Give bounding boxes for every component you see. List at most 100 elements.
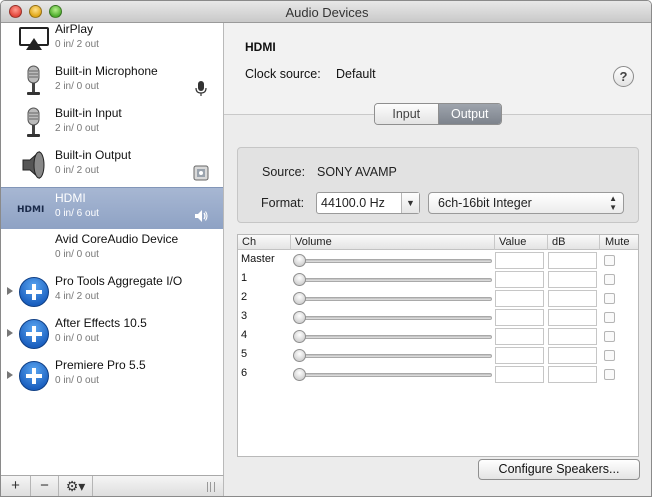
value-field[interactable] <box>495 328 544 345</box>
disclosure-triangle-icon[interactable] <box>7 371 13 379</box>
value-field[interactable] <box>495 347 544 364</box>
aggregate-device-icon <box>19 277 49 307</box>
microphone-icon <box>17 64 51 98</box>
help-button[interactable]: ? <box>613 66 634 87</box>
mute-checkbox[interactable] <box>604 274 615 285</box>
table-header: Ch Volume Value dB Mute <box>238 235 638 250</box>
device-item-pro-tools-aggregate[interactable]: Pro Tools Aggregate I/O 4 in/ 2 out <box>1 271 223 313</box>
disclosure-triangle-icon[interactable] <box>7 287 13 295</box>
channel-label: 3 <box>241 310 248 322</box>
device-io-count: 0 in/ 0 out <box>55 375 99 386</box>
db-field[interactable] <box>548 290 597 307</box>
title-bar: Audio Devices <box>1 1 651 23</box>
value-field[interactable] <box>495 252 544 269</box>
device-io-count: 2 in/ 0 out <box>55 81 99 92</box>
device-name: Premiere Pro 5.5 <box>55 358 146 372</box>
value-field[interactable] <box>495 290 544 307</box>
volume-slider-track[interactable] <box>298 354 492 358</box>
volume-slider-knob[interactable] <box>293 254 306 267</box>
channel-volume-table: Ch Volume Value dB Mute Master 1 2 3 4 5… <box>237 234 639 457</box>
db-field[interactable] <box>548 366 597 383</box>
db-field[interactable] <box>548 309 597 326</box>
channel-label: 2 <box>241 291 248 303</box>
volume-slider-track[interactable] <box>298 278 492 282</box>
table-row: 6 <box>238 365 638 384</box>
volume-slider-track[interactable] <box>298 316 492 320</box>
value-field[interactable] <box>495 271 544 288</box>
device-io-count: 0 in/ 2 out <box>55 39 99 50</box>
tab-input[interactable]: Input <box>375 104 439 124</box>
volume-slider-track[interactable] <box>298 297 492 301</box>
device-title: HDMI <box>245 40 276 54</box>
volume-slider-track[interactable] <box>298 259 492 263</box>
device-detail-panel: HDMI Clock source: Default ? Input Outpu… <box>224 23 651 496</box>
volume-slider-knob[interactable] <box>293 330 306 343</box>
table-row: 3 <box>238 308 638 327</box>
device-item-built-in-microphone[interactable]: Built-in Microphone 2 in/ 0 out <box>1 61 223 103</box>
format-label: Format: <box>261 196 305 210</box>
device-list: AirPlay 0 in/ 2 out Built-in Microphone … <box>1 23 224 475</box>
device-item-hdmi[interactable]: HDMI HDMI 0 in/ 6 out <box>1 187 223 229</box>
source-format-group: Source: SONY AVAMP Format: 44100.0 Hz ▼ … <box>237 147 639 223</box>
volume-slider-track[interactable] <box>298 373 492 377</box>
resize-grip-icon[interactable] <box>207 482 215 492</box>
value-field[interactable] <box>495 309 544 326</box>
db-field[interactable] <box>548 271 597 288</box>
db-field[interactable] <box>548 252 597 269</box>
source-value: SONY AVAMP <box>317 165 397 179</box>
column-header-volume[interactable]: Volume <box>291 235 495 250</box>
device-io-count: 2 in/ 0 out <box>55 123 99 134</box>
db-field[interactable] <box>548 328 597 345</box>
table-row: Master <box>238 251 638 270</box>
mute-checkbox[interactable] <box>604 293 615 304</box>
sample-rate-combo[interactable]: 44100.0 Hz ▼ <box>316 192 420 214</box>
device-name: After Effects 10.5 <box>55 316 147 330</box>
device-item-built-in-input[interactable]: Built-in Input 2 in/ 0 out <box>1 103 223 145</box>
device-item-after-effects[interactable]: After Effects 10.5 0 in/ 0 out <box>1 313 223 355</box>
volume-slider-knob[interactable] <box>293 311 306 324</box>
device-name: Built-in Output <box>55 148 132 162</box>
device-io-count: 0 in/ 0 out <box>55 249 99 260</box>
column-header-db[interactable]: dB <box>548 235 600 250</box>
add-device-button[interactable]: + <box>1 476 31 496</box>
input-output-tabs: Input Output <box>374 103 502 125</box>
mute-checkbox[interactable] <box>604 350 615 361</box>
channel-label: 4 <box>241 329 248 341</box>
device-item-built-in-output[interactable]: Built-in Output 0 in/ 2 out <box>1 145 223 187</box>
microphone-input-badge-icon <box>193 81 209 97</box>
device-item-avid-coreaudio[interactable]: Avid CoreAudio Device 0 in/ 0 out <box>1 229 223 271</box>
finder-alert-badge-icon <box>193 165 209 181</box>
bit-format-popup[interactable]: 6ch-16bit Integer ▲ ▼ <box>428 192 624 214</box>
mute-checkbox[interactable] <box>604 369 615 380</box>
gear-menu-button[interactable]: ⚙▾ <box>59 476 93 496</box>
device-name: AirPlay <box>55 23 94 36</box>
volume-slider-knob[interactable] <box>293 349 306 362</box>
column-header-mute[interactable]: Mute <box>600 235 638 250</box>
column-header-ch[interactable]: Ch <box>238 235 291 250</box>
value-field[interactable] <box>495 366 544 383</box>
microphone-icon <box>17 106 51 140</box>
volume-slider-knob[interactable] <box>293 368 306 381</box>
column-header-value[interactable]: Value <box>495 235 548 250</box>
disclosure-triangle-icon[interactable] <box>7 329 13 337</box>
device-item-premiere-pro[interactable]: Premiere Pro 5.5 0 in/ 0 out <box>1 355 223 397</box>
volume-slider-knob[interactable] <box>293 273 306 286</box>
configure-speakers-button[interactable]: Configure Speakers... <box>478 459 640 480</box>
db-field[interactable] <box>548 347 597 364</box>
mute-checkbox[interactable] <box>604 255 615 266</box>
speaker-icon <box>17 148 51 182</box>
remove-device-button[interactable]: − <box>31 476 59 496</box>
speaker-output-badge-icon <box>193 208 209 224</box>
table-row: 2 <box>238 289 638 308</box>
mute-checkbox[interactable] <box>604 331 615 342</box>
channel-label: 1 <box>241 272 248 284</box>
device-name: Pro Tools Aggregate I/O <box>55 274 183 288</box>
tab-output[interactable]: Output <box>438 104 501 124</box>
chevron-down-icon[interactable]: ▼ <box>401 193 419 213</box>
mute-checkbox[interactable] <box>604 312 615 323</box>
device-item-airplay[interactable]: AirPlay 0 in/ 2 out <box>1 23 223 61</box>
volume-slider-knob[interactable] <box>293 292 306 305</box>
volume-slider-track[interactable] <box>298 335 492 339</box>
airplay-icon <box>17 23 51 56</box>
device-io-count: 0 in/ 0 out <box>55 333 99 344</box>
